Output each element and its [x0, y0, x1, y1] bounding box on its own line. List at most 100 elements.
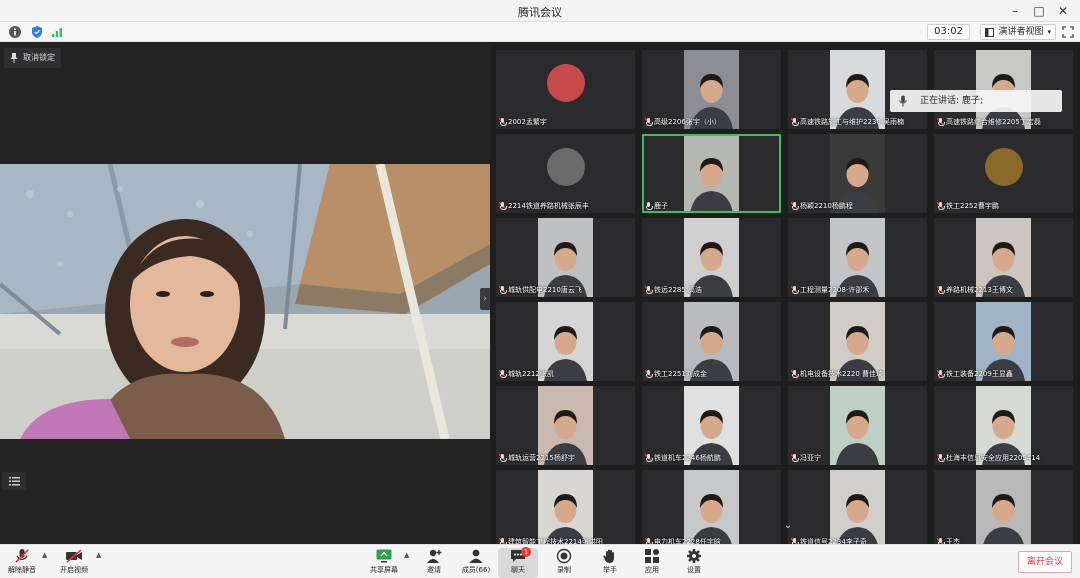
- participant-label: 机电设备技术2220 曹佳琦: [791, 369, 924, 379]
- participant-name: 铁工2251刘成金: [654, 370, 707, 378]
- video-options-chevron-icon[interactable]: ▲: [96, 551, 101, 559]
- participant-tile[interactable]: 城轨供配电2210唐云飞: [496, 218, 635, 297]
- member-list-toggle[interactable]: [2, 472, 26, 490]
- signal-icon[interactable]: [50, 25, 64, 39]
- participant-tile[interactable]: 杨颖2210杨鹏程: [788, 134, 927, 213]
- participant-tile[interactable]: 城轨2212张凯: [496, 302, 635, 381]
- mic-muted-icon: [791, 118, 799, 126]
- start-video-label: 开启视频: [60, 566, 88, 574]
- participant-name: 铁工2252曹宇鹏: [946, 202, 999, 210]
- participant-tile[interactable]: 城轨运营2215杨舒宇: [496, 386, 635, 465]
- apps-icon: [645, 549, 659, 563]
- main-speaker-video[interactable]: [0, 164, 490, 439]
- participant-tile[interactable]: 铁工2252曹宇鹏: [934, 134, 1073, 213]
- participant-tile[interactable]: 电力机车2228任宇晗: [642, 470, 781, 549]
- participant-tile[interactable]: 冯亚宁: [788, 386, 927, 465]
- pin-icon: [10, 53, 18, 63]
- participant-name: 高级2206张宇（小）: [654, 118, 721, 126]
- meeting-info-bar: 03:02 演讲者视图 ▾: [0, 22, 1080, 42]
- raise-hand-label: 举手: [603, 566, 617, 574]
- participant-tile[interactable]: 铁远2285 高浩: [642, 218, 781, 297]
- participant-tile[interactable]: 杜海丰信息安全应用2205414: [934, 386, 1073, 465]
- raise-hand-button[interactable]: 举手: [590, 548, 630, 578]
- collapse-panel-button[interactable]: ›: [480, 288, 490, 310]
- mic-muted-icon: [645, 118, 653, 126]
- mic-muted-icon: [937, 118, 945, 126]
- settings-button[interactable]: 设置: [674, 548, 714, 578]
- participant-tile[interactable]: 养路机械2213王博文: [934, 218, 1073, 297]
- fullscreen-icon[interactable]: [1062, 26, 1074, 38]
- share-screen-button[interactable]: 共享屏幕: [364, 548, 404, 578]
- participant-name: 2214铁道养路机械张辰丰: [508, 202, 589, 210]
- participant-label: 高速铁路施工与维护2230 吴雨楠: [791, 117, 924, 127]
- record-button[interactable]: 录制: [544, 548, 584, 578]
- participant-tile[interactable]: 铁道机车2246杨航鹏: [642, 386, 781, 465]
- mic-muted-icon: [791, 370, 799, 378]
- participant-tile[interactable]: 鹿子: [642, 134, 781, 213]
- participant-label: 铁工装备2209王显鑫: [937, 369, 1070, 379]
- participant-grid: 2002孟繁宇 高级2206张宇（小） 高速铁路施工与维护2230 吴雨楠 高速铁路综…: [496, 50, 1076, 549]
- invite-button[interactable]: 邀请: [414, 548, 454, 578]
- members-button[interactable]: 成员(66): [456, 548, 496, 578]
- window-title: 腾讯会议: [518, 6, 562, 19]
- share-screen-icon: [376, 549, 392, 563]
- scroll-down-icon[interactable]: ⌄: [780, 520, 796, 534]
- share-options-chevron-icon[interactable]: ▲: [404, 551, 409, 559]
- invite-icon: [427, 549, 442, 563]
- participant-name: 养路机械2213王博文: [946, 286, 1013, 294]
- mic-muted-icon: [499, 454, 507, 462]
- participant-name: 杨颖2210杨鹏程: [800, 202, 853, 210]
- chat-unread-badge: 1: [521, 547, 531, 557]
- mic-muted-icon: [791, 286, 799, 294]
- invite-label: 邀请: [427, 566, 441, 574]
- participant-avatar: [546, 148, 585, 186]
- unpin-button[interactable]: 取消锁定: [4, 48, 61, 68]
- settings-label: 设置: [687, 566, 701, 574]
- title-bar: 腾讯会议 – □ ✕: [0, 0, 1080, 22]
- gear-icon: [687, 549, 701, 563]
- participant-tile[interactable]: 铁道信号2234李子奇: [788, 470, 927, 549]
- grid-view-icon: [985, 27, 995, 37]
- meeting-stage: 取消锁定 › 2002孟繁宇 高级2206张宇（小） 高速铁路施工与维护2230…: [0, 42, 1080, 549]
- info-icon[interactable]: [8, 25, 22, 39]
- mic-muted-icon: [791, 454, 799, 462]
- audio-options-chevron-icon[interactable]: ▲: [42, 551, 47, 559]
- chat-label: 聊天: [511, 566, 525, 574]
- chevron-down-icon: ▾: [1047, 28, 1051, 36]
- maximize-button[interactable]: □: [1028, 2, 1050, 20]
- participant-tile[interactable]: 2214铁道养路机械张辰丰: [496, 134, 635, 213]
- unmute-label: 解除静音: [8, 566, 36, 574]
- chat-button[interactable]: 1 聊天: [498, 547, 538, 578]
- participant-name: 工程测量2208-许邵禾: [800, 286, 870, 294]
- participant-tile[interactable]: 工程测量2208-许邵禾: [788, 218, 927, 297]
- participant-tile[interactable]: 机电设备技术2220 曹佳琦: [788, 302, 927, 381]
- participant-tile[interactable]: 建筑智能工程技术2214张洪阳: [496, 470, 635, 549]
- speaker-mic-icon: [899, 95, 907, 107]
- participant-label: 城轨运营2215杨舒宇: [499, 453, 632, 463]
- participant-tile[interactable]: 王杰: [934, 470, 1073, 549]
- participant-name: 铁远2285 高浩: [654, 286, 703, 294]
- leave-meeting-button[interactable]: 离开会议: [1018, 551, 1072, 573]
- participant-label: 2214铁道养路机械张辰丰: [499, 201, 632, 211]
- participant-name: 高速铁路综合维修2205丁宏磊: [946, 118, 1041, 126]
- mic-muted-icon: [645, 286, 653, 294]
- participant-tile[interactable]: 2002孟繁宇: [496, 50, 635, 129]
- minimize-button[interactable]: –: [1004, 2, 1026, 20]
- participant-avatar: [546, 64, 585, 102]
- meeting-timer: 03:02: [927, 24, 970, 40]
- participant-name: 铁工装备2209王显鑫: [946, 370, 1013, 378]
- start-video-button[interactable]: 开启视频: [54, 548, 94, 578]
- mic-muted-icon: [15, 549, 29, 563]
- participant-label: 铁道机车2246杨航鹏: [645, 453, 778, 463]
- participant-tile[interactable]: 高级2206张宇（小）: [642, 50, 781, 129]
- participant-name: 铁道机车2246杨航鹏: [654, 454, 721, 462]
- participant-tile[interactable]: 铁工装备2209王显鑫: [934, 302, 1073, 381]
- apps-button[interactable]: 应用: [632, 548, 672, 578]
- view-switch-button[interactable]: 演讲者视图 ▾: [980, 24, 1056, 40]
- participant-name: 2002孟繁宇: [508, 118, 547, 126]
- unmute-button[interactable]: 解除静音: [2, 548, 42, 578]
- shield-icon[interactable]: [30, 25, 44, 39]
- participant-tile[interactable]: 铁工2251刘成金: [642, 302, 781, 381]
- unpin-label: 取消锁定: [23, 53, 55, 62]
- close-button[interactable]: ✕: [1052, 2, 1074, 20]
